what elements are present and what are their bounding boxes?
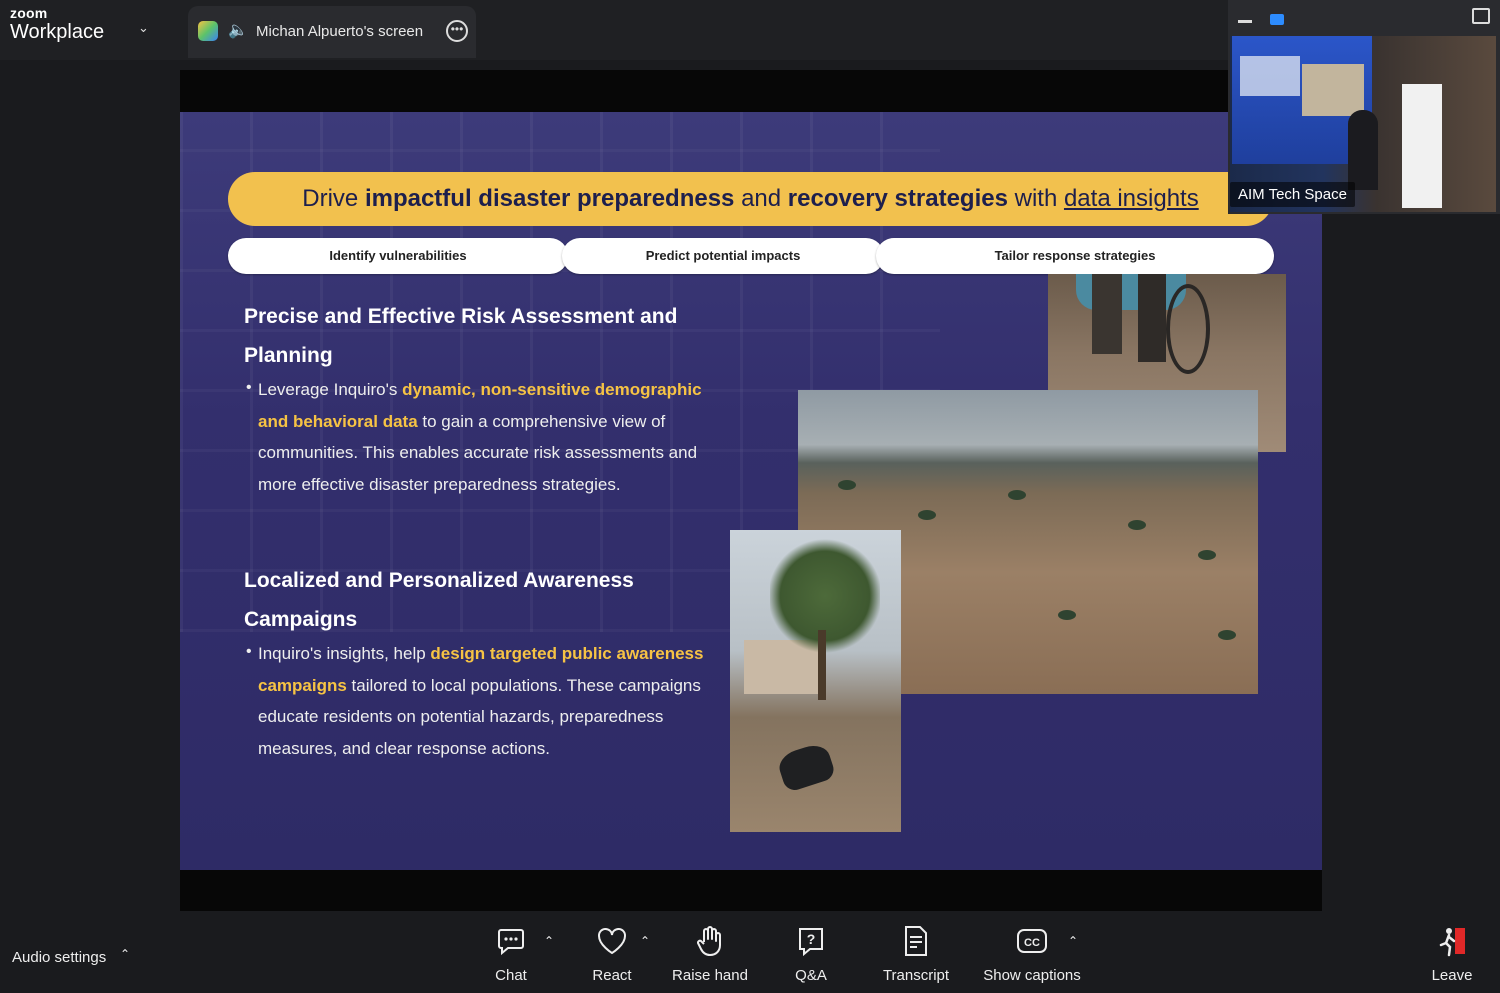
transcript-label: Transcript [882, 967, 950, 984]
expand-icon[interactable] [1472, 8, 1490, 24]
show-captions-button[interactable]: CC Show captions [980, 924, 1084, 984]
chat-icon [486, 924, 536, 958]
banner-text-1: Drive [302, 185, 365, 212]
section1-heading: Precise and Effective Risk Assessment an… [244, 305, 678, 367]
presentation-slide: Drive impactful disaster preparedness an… [180, 112, 1322, 870]
brand-logo-text: zoom [10, 5, 48, 21]
pill-predict-impacts: Predict potential impacts [562, 238, 884, 274]
photo-flooded-neighborhood [730, 530, 901, 832]
leave-label: Leave [1431, 967, 1473, 984]
pill-tailor-strategies: Tailor response strategies [876, 238, 1274, 274]
slide-title-banner: Drive impactful disaster preparedness an… [228, 172, 1273, 226]
section1-text-before: Leverage Inquiro's [258, 380, 403, 399]
react-label: React [592, 967, 632, 984]
share-tab-label: Michan Alpuerto's screen [256, 23, 424, 40]
brand-product-name: Workplace [10, 21, 105, 43]
banner-text-2: and [734, 185, 788, 212]
banner-underlined: data insights [1063, 185, 1199, 212]
speaker-icon: 🔈 [228, 22, 248, 39]
react-button[interactable]: React [586, 924, 638, 984]
raise-hand-button[interactable]: Raise hand [670, 924, 750, 984]
app-icon [198, 21, 218, 41]
section1-bullet: Leverage Inquiro's dynamic, non-sensitiv… [246, 372, 728, 500]
raise-hand-label: Raise hand [672, 967, 748, 984]
participant-video-thumbnail[interactable]: AIM Tech Space [1228, 0, 1500, 214]
screen-share-tab[interactable]: 🔈 Michan Alpuerto's screen ••• [188, 6, 476, 58]
section2-heading: Localized and Personalized Awareness Cam… [244, 569, 634, 631]
transcript-icon [876, 924, 956, 958]
pill-identify-vulnerabilities: Identify vulnerabilities [228, 238, 568, 274]
chat-options-chevron-icon[interactable]: ⌃ [544, 934, 554, 948]
react-options-chevron-icon[interactable]: ⌃ [640, 934, 650, 948]
view-toggle-icon[interactable] [1270, 14, 1284, 25]
transcript-button[interactable]: Transcript [876, 924, 956, 984]
show-captions-label: Show captions [983, 967, 1081, 984]
section2-text-before: Inquiro's insights, help [258, 644, 431, 663]
banner-text-3: with [1007, 185, 1064, 212]
zoom-brand[interactable]: zoom Workplace [10, 6, 104, 42]
qa-label: Q&A [795, 967, 827, 984]
svg-text:?: ? [807, 931, 816, 947]
svg-text:CC: CC [1024, 937, 1040, 949]
section2-bullet: Inquiro's insights, help design targeted… [246, 636, 728, 764]
heart-icon [586, 924, 638, 958]
more-options-icon[interactable]: ••• [446, 20, 468, 42]
meeting-toolbar: Audio settings ⌃ Chat ⌃ React ⌃ Raise ha… [0, 912, 1500, 993]
leave-icon [1428, 924, 1476, 958]
participant-name-label: AIM Tech Space [1230, 182, 1355, 207]
audio-settings-button[interactable]: Audio settings [12, 949, 106, 966]
chat-label: Chat [495, 967, 527, 984]
audio-settings-chevron-icon[interactable]: ⌃ [120, 947, 130, 961]
chat-button[interactable]: Chat [486, 924, 536, 984]
question-icon: ? [786, 924, 836, 958]
banner-bold-2: recovery strategies [787, 185, 1008, 212]
chevron-down-icon[interactable]: ⌄ [138, 20, 149, 36]
slide-pill-row: Identify vulnerabilities Predict potenti… [228, 238, 1274, 274]
hand-icon [670, 924, 750, 958]
captions-options-chevron-icon[interactable]: ⌃ [1068, 934, 1078, 948]
minimize-icon[interactable] [1238, 20, 1252, 23]
banner-bold-1: impactful disaster preparedness [364, 185, 735, 212]
leave-button[interactable]: Leave [1428, 924, 1476, 984]
qa-button[interactable]: ? Q&A [786, 924, 836, 984]
